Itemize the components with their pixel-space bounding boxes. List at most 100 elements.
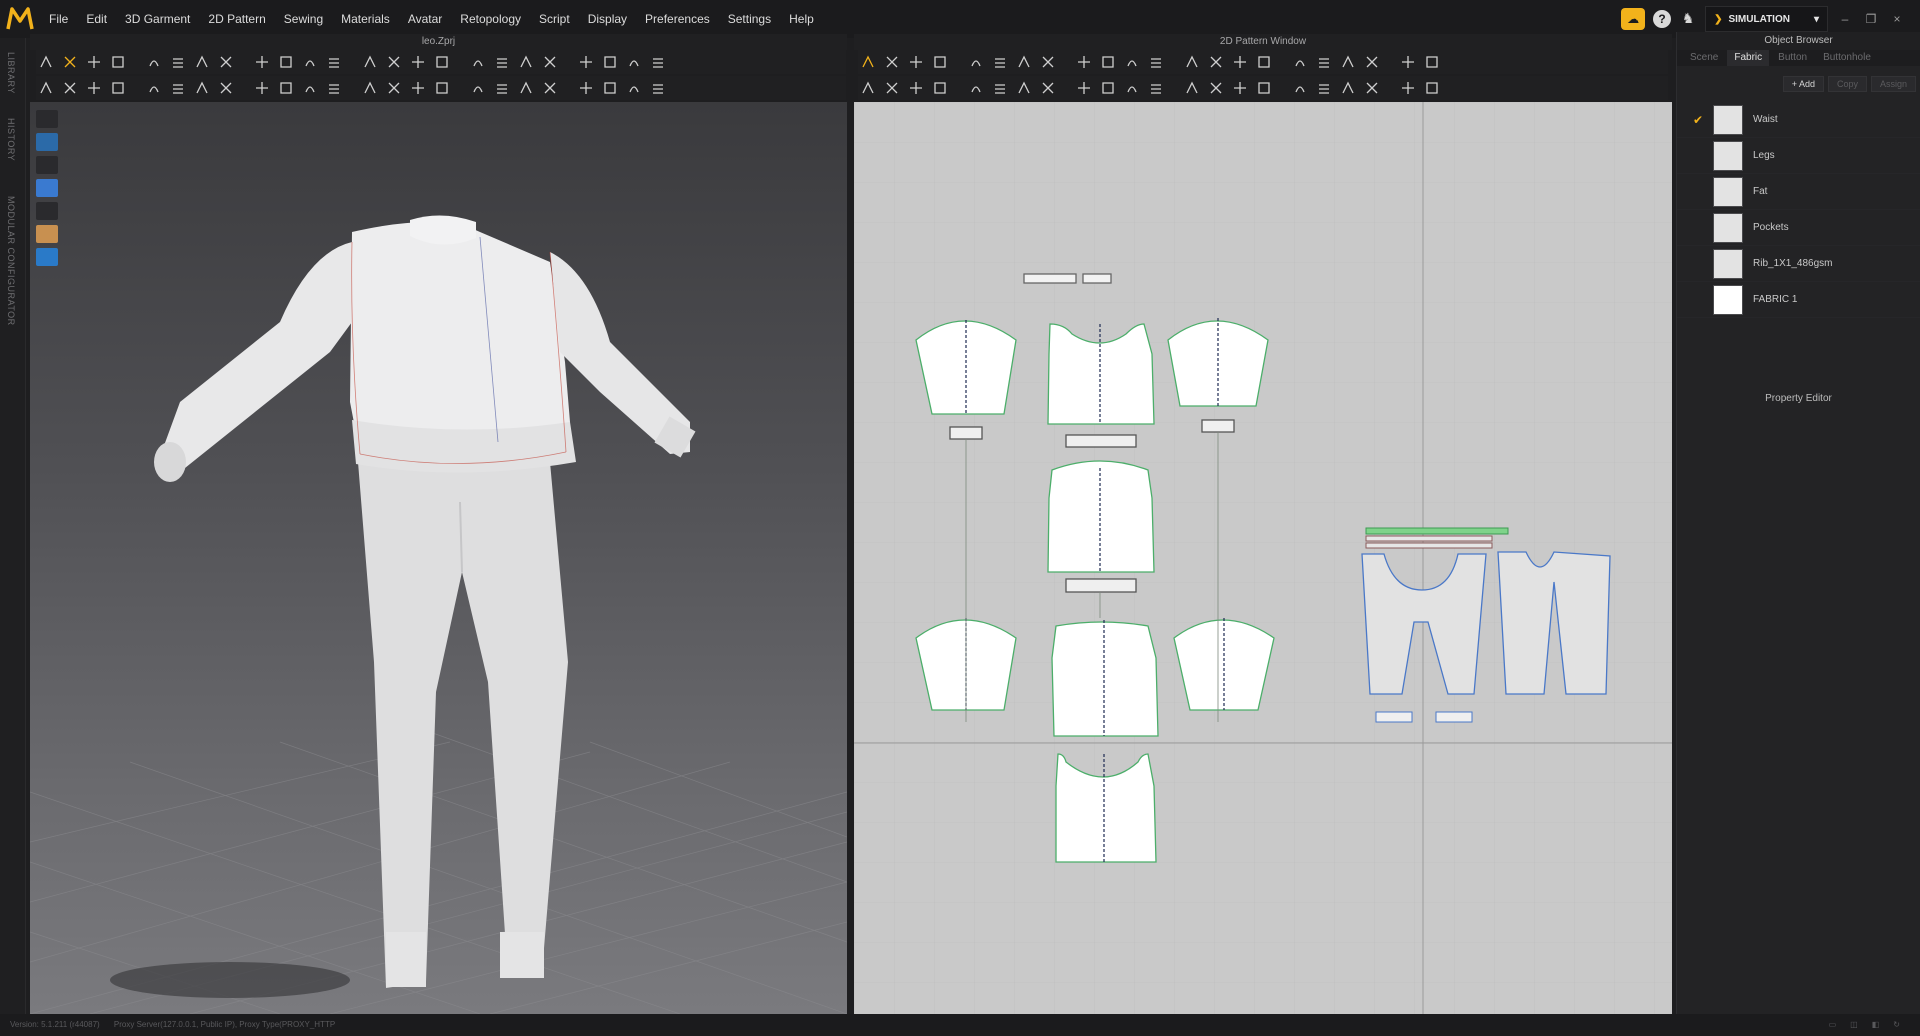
menu-sewing[interactable]: Sewing	[275, 0, 332, 38]
pattern-piece[interactable]	[1065, 578, 1137, 593]
pattern-piece[interactable]	[1082, 273, 1112, 284]
tool-icon[interactable]	[60, 53, 80, 71]
2d-pattern-viewport[interactable]	[854, 102, 1672, 1014]
pattern-piece[interactable]	[1051, 621, 1159, 737]
fabric-swatch[interactable]	[1713, 104, 1743, 135]
tool-icon[interactable]	[624, 79, 644, 97]
tool-icon[interactable]	[492, 79, 512, 97]
tool-icon[interactable]	[1146, 79, 1166, 97]
tool-icon[interactable]	[324, 53, 344, 71]
tool-icon[interactable]	[276, 79, 296, 97]
restore-icon[interactable]: ❐	[1862, 12, 1880, 26]
fabric-row[interactable]: Pockets	[1677, 210, 1920, 246]
tool-icon[interactable]	[1098, 79, 1118, 97]
garment-view-icon[interactable]	[36, 110, 58, 128]
tool-icon[interactable]	[906, 53, 926, 71]
tool-icon[interactable]	[168, 53, 188, 71]
tool-icon[interactable]	[648, 79, 668, 97]
tool-icon[interactable]	[192, 53, 212, 71]
tool-icon[interactable]	[1146, 53, 1166, 71]
tool-icon[interactable]	[1230, 53, 1250, 71]
tool-icon[interactable]	[966, 53, 986, 71]
pattern-piece[interactable]	[949, 426, 983, 440]
cloud-icon[interactable]: ☁	[1621, 8, 1646, 30]
tool-icon[interactable]	[1362, 53, 1382, 71]
tool-icon[interactable]	[252, 53, 272, 71]
texture-view-icon[interactable]	[36, 133, 58, 151]
tool-icon[interactable]	[216, 79, 236, 97]
pattern-piece[interactable]	[1065, 434, 1137, 448]
tab-button[interactable]: Button	[1771, 50, 1814, 66]
tool-icon[interactable]	[408, 79, 428, 97]
3d-viewport[interactable]	[30, 102, 847, 1014]
tool-icon[interactable]	[360, 53, 380, 71]
side-tab-history[interactable]: HISTORY	[6, 118, 16, 161]
copy-fabric-button[interactable]: Copy	[1827, 76, 1867, 92]
help-icon[interactable]: ?	[1653, 10, 1672, 28]
tool-icon[interactable]	[1182, 53, 1202, 71]
tool-icon[interactable]	[648, 53, 668, 71]
tool-icon[interactable]	[882, 79, 902, 97]
minimize-icon[interactable]: –	[1836, 12, 1854, 26]
fabric-row[interactable]: FABRIC 1	[1677, 282, 1920, 318]
tool-icon[interactable]	[1422, 53, 1442, 71]
tool-icon[interactable]	[1122, 53, 1142, 71]
side-tab-modular-configurator[interactable]: MODULAR CONFIGURATOR	[6, 196, 16, 326]
tool-icon[interactable]	[600, 53, 620, 71]
fabric-swatch[interactable]	[1713, 248, 1743, 279]
side-tab-library[interactable]: LIBRARY	[6, 52, 16, 94]
tool-icon[interactable]	[516, 53, 536, 71]
tool-icon[interactable]	[84, 53, 104, 71]
tool-icon[interactable]	[906, 79, 926, 97]
tool-icon[interactable]	[1038, 79, 1058, 97]
tool-icon[interactable]	[144, 53, 164, 71]
tool-icon[interactable]	[966, 79, 986, 97]
tool-icon[interactable]	[576, 79, 596, 97]
tool-icon[interactable]	[432, 79, 452, 97]
tab-scene[interactable]: Scene	[1683, 50, 1725, 66]
pattern-piece[interactable]	[1365, 535, 1493, 542]
pattern-piece[interactable]	[1365, 527, 1509, 535]
pin-view-icon[interactable]	[36, 202, 58, 220]
pattern-piece[interactable]	[1365, 542, 1493, 549]
tool-icon[interactable]	[1098, 53, 1118, 71]
tool-icon[interactable]	[930, 79, 950, 97]
tool-icon[interactable]	[990, 53, 1010, 71]
fabric-swatch[interactable]	[1713, 176, 1743, 207]
fabric-view-icon[interactable]	[36, 179, 58, 197]
tool-icon[interactable]	[108, 79, 128, 97]
tool-icon[interactable]	[1122, 79, 1142, 97]
pattern-piece[interactable]	[1201, 419, 1235, 433]
refresh-icon[interactable]: ↻	[1893, 1014, 1900, 1036]
tool-icon[interactable]	[408, 53, 428, 71]
layout-3d-icon[interactable]: ◫	[1850, 1014, 1858, 1036]
fabric-row[interactable]: ✔ Waist	[1677, 102, 1920, 138]
tool-icon[interactable]	[1314, 53, 1334, 71]
tool-icon[interactable]	[990, 79, 1010, 97]
tool-icon[interactable]	[1074, 79, 1094, 97]
tool-icon[interactable]	[1254, 53, 1274, 71]
menu-edit[interactable]: Edit	[77, 0, 116, 38]
tool-icon[interactable]	[468, 53, 488, 71]
menu-materials[interactable]: Materials	[332, 0, 399, 38]
skin-view-icon[interactable]	[36, 225, 58, 243]
tool-icon[interactable]	[36, 79, 56, 97]
tool-icon[interactable]	[1014, 79, 1034, 97]
tool-icon[interactable]	[252, 79, 272, 97]
tool-icon[interactable]	[324, 79, 344, 97]
menu-preferences[interactable]: Preferences	[636, 0, 719, 38]
pattern-piece[interactable]	[1047, 460, 1155, 573]
tool-icon[interactable]	[192, 79, 212, 97]
avatar-view-icon[interactable]	[36, 156, 58, 174]
assign-fabric-button[interactable]: Assign	[1870, 76, 1916, 92]
tool-icon[interactable]	[516, 79, 536, 97]
fabric-swatch[interactable]	[1713, 212, 1743, 243]
menu-retopology[interactable]: Retopology	[451, 0, 530, 38]
menu-display[interactable]: Display	[579, 0, 636, 38]
tool-icon[interactable]	[432, 53, 452, 71]
tool-icon[interactable]	[1038, 53, 1058, 71]
tool-icon[interactable]	[858, 53, 878, 71]
tool-icon[interactable]	[1338, 53, 1358, 71]
tool-icon[interactable]	[858, 79, 878, 97]
globe-view-icon[interactable]	[36, 248, 58, 266]
